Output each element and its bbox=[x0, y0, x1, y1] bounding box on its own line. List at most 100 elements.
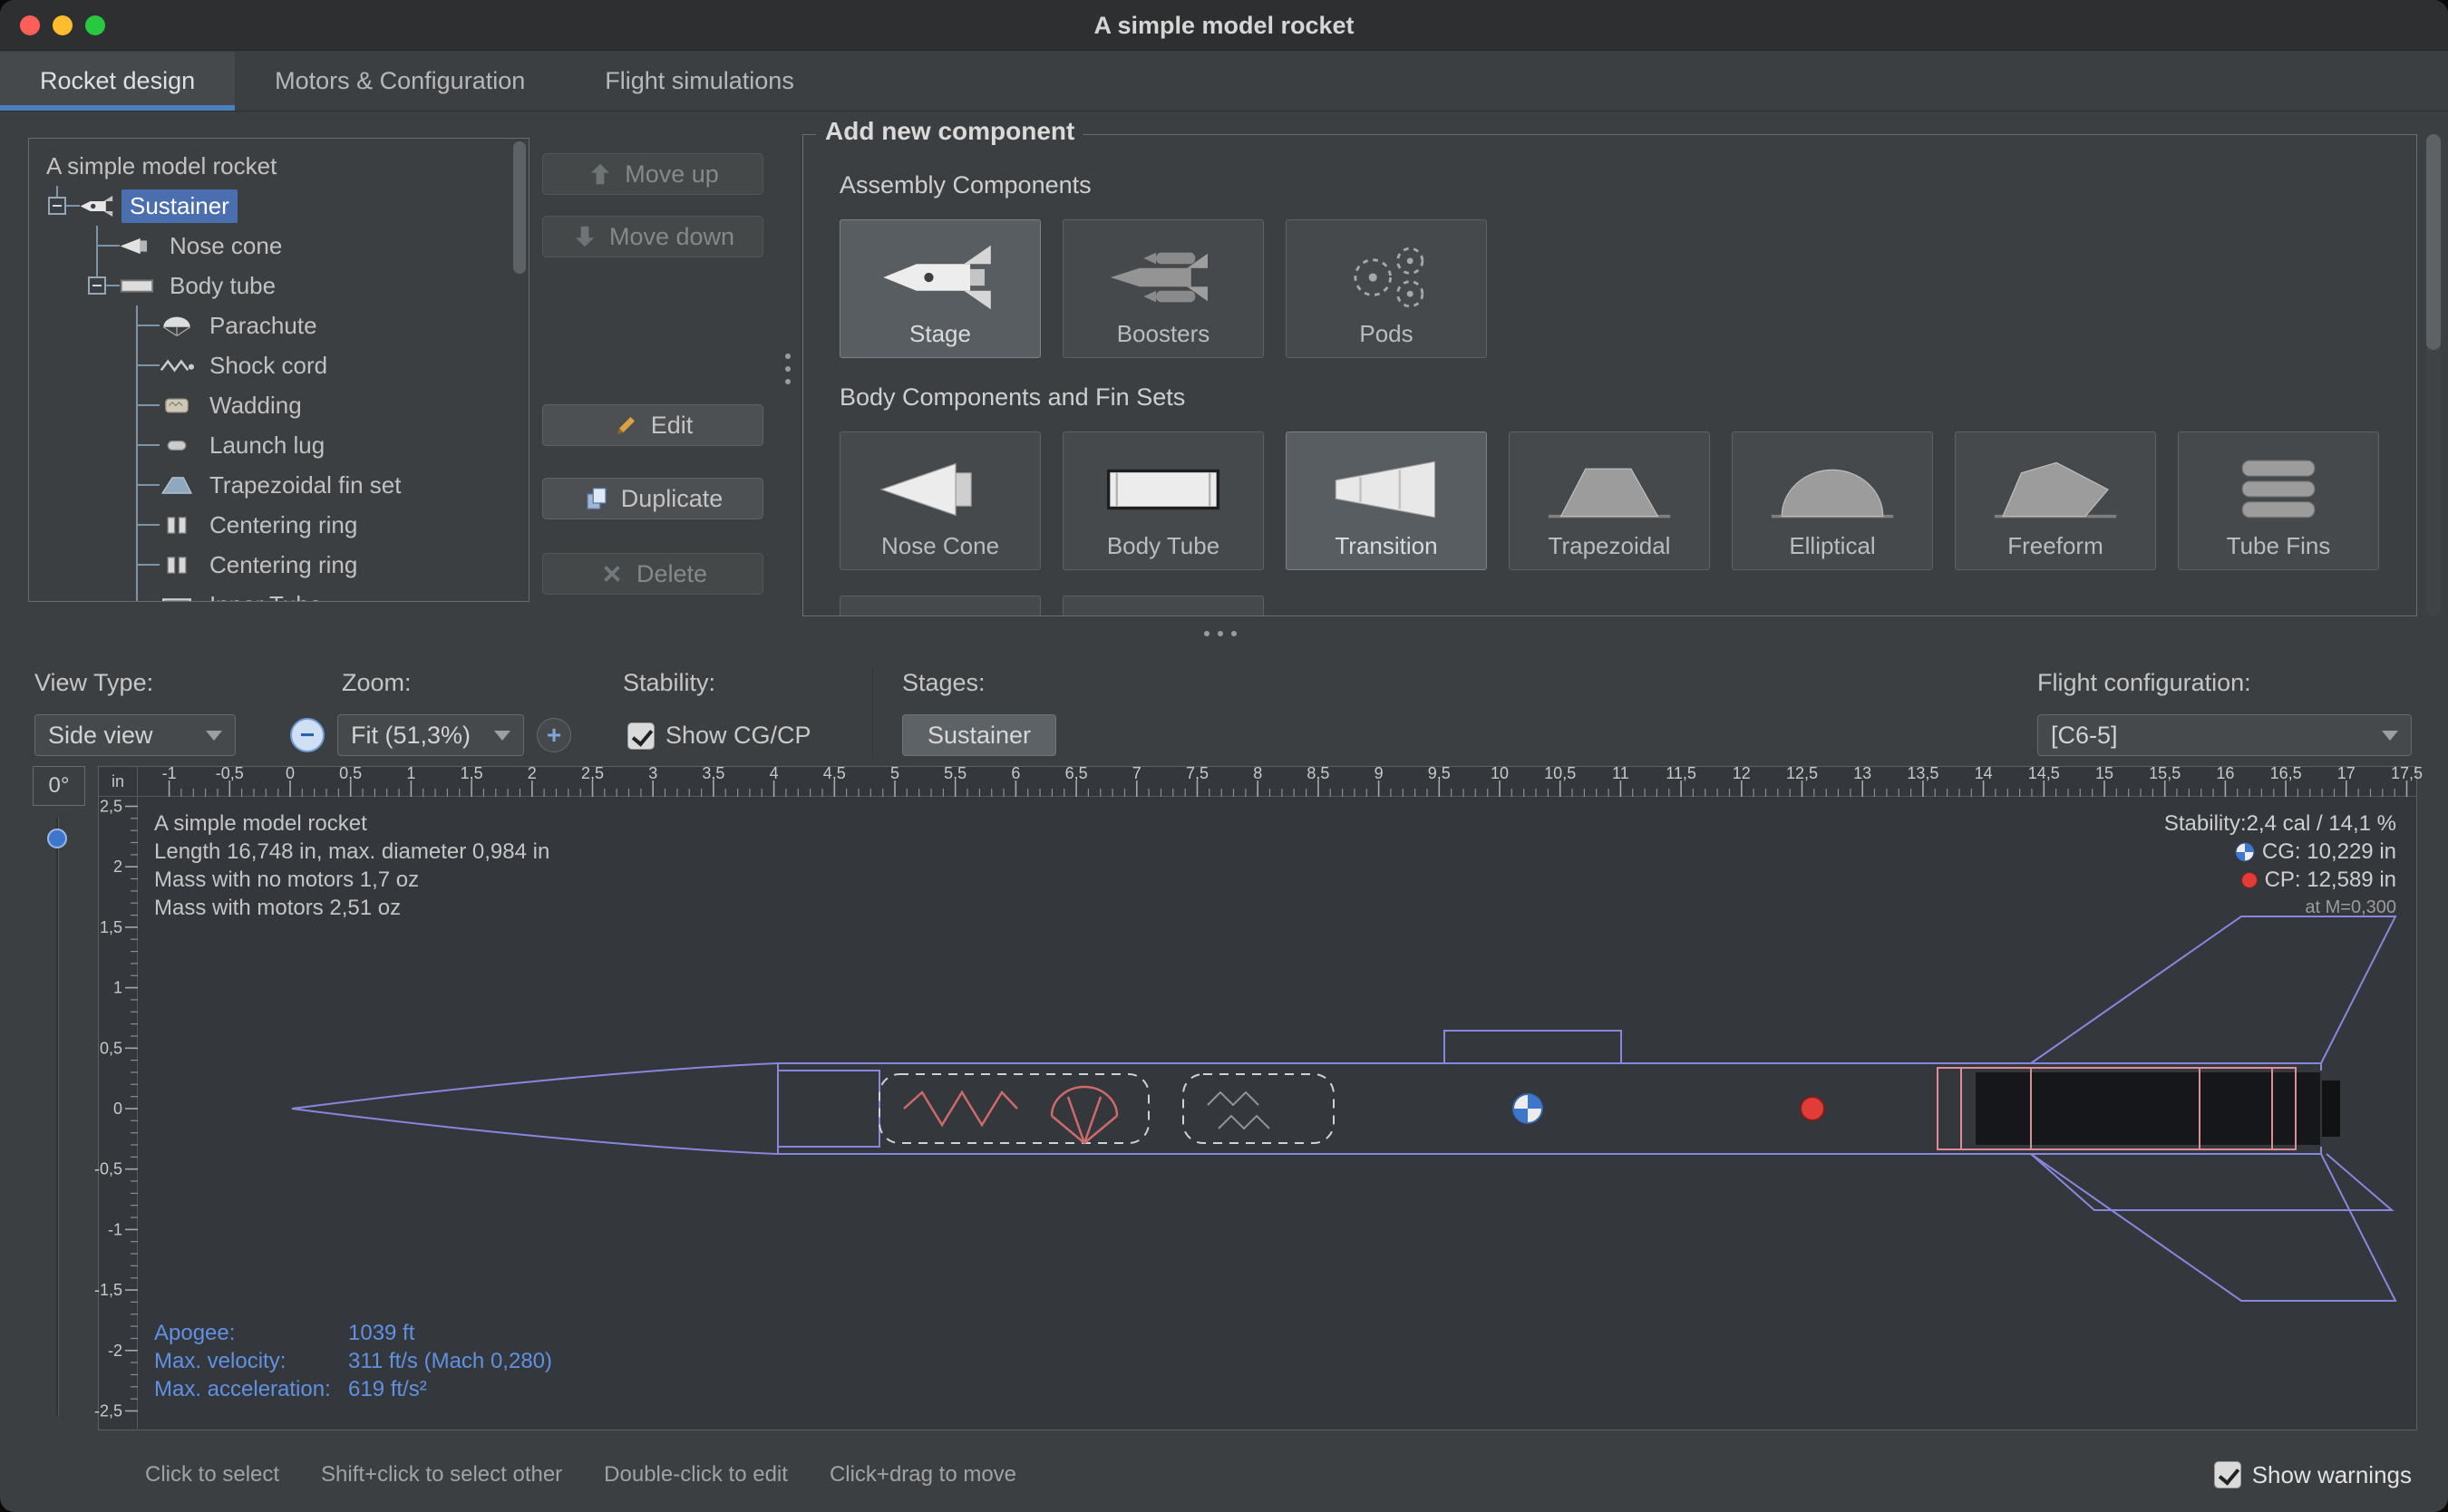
show-warnings-label: Show warnings bbox=[2252, 1461, 2412, 1489]
zoom-in-button[interactable]: + bbox=[537, 718, 571, 752]
rotation-slider-knob[interactable] bbox=[47, 829, 67, 848]
component-button-pods[interactable]: Pods bbox=[1286, 219, 1487, 358]
tree-item-trapezoidal-fin-set[interactable]: Trapezoidal fin set bbox=[38, 465, 529, 505]
maximize-window-button[interactable] bbox=[85, 15, 105, 35]
component-button-elliptical[interactable]: Elliptical bbox=[1732, 431, 1933, 570]
tree-item-centering-ring[interactable]: Centering ring bbox=[38, 505, 529, 545]
tab-rocket-design[interactable]: Rocket design bbox=[0, 52, 235, 111]
interaction-hints: Click to selectShift+click to select oth… bbox=[145, 1462, 1016, 1488]
tree-guide bbox=[38, 585, 78, 601]
tree-item-label: A simple model rocket bbox=[38, 150, 285, 183]
cg-icon bbox=[2235, 842, 2255, 862]
cp-icon bbox=[2241, 872, 2258, 888]
delete-icon bbox=[598, 560, 626, 587]
flight-configuration-select[interactable]: [C6-5] bbox=[2037, 714, 2412, 756]
component-button-label: Stage bbox=[909, 320, 971, 348]
svg-text:9: 9 bbox=[1375, 764, 1384, 782]
vertical-splitter-handle[interactable] bbox=[785, 354, 791, 384]
rocket-view-canvas[interactable]: in -1-0,500,511,522,533,544,555,566,577,… bbox=[98, 766, 2417, 1430]
component-button-tube-fins[interactable]: Tube Fins bbox=[2178, 431, 2379, 570]
nose-cone-icon bbox=[118, 234, 161, 258]
tree-scrollbar[interactable] bbox=[513, 141, 526, 598]
component-button-body-tube[interactable]: Body Tube bbox=[1063, 431, 1264, 570]
view-type-select[interactable]: Side view bbox=[34, 714, 236, 756]
svg-text:1: 1 bbox=[406, 764, 415, 782]
tree-branch bbox=[118, 505, 158, 545]
component-button-stage[interactable]: Stage bbox=[840, 219, 1041, 358]
tree-item-parachute[interactable]: Parachute bbox=[38, 305, 529, 345]
move-up-button: Move up bbox=[542, 153, 763, 195]
view-type-label: View Type: bbox=[34, 669, 153, 697]
tree-branch bbox=[118, 345, 158, 385]
wadding-outline bbox=[1183, 1074, 1334, 1143]
tree-branch bbox=[118, 465, 158, 505]
tree-guide bbox=[38, 545, 78, 585]
collapse-icon[interactable] bbox=[88, 276, 106, 295]
cp-marker bbox=[1801, 1097, 1824, 1120]
stage-toggle-sustainer[interactable]: Sustainer bbox=[902, 714, 1056, 756]
edit-button[interactable]: Edit bbox=[542, 404, 763, 446]
edit-icon bbox=[613, 412, 640, 439]
close-window-button[interactable] bbox=[20, 15, 40, 35]
tree-item-shock-cord[interactable]: Shock cord bbox=[38, 345, 529, 385]
tree-item-centering-ring[interactable]: Centering ring bbox=[38, 545, 529, 585]
max-acceleration-label: Max. acceleration: bbox=[154, 1375, 348, 1403]
centering-ring-fore-outline bbox=[1938, 1068, 1961, 1149]
component-button-transition[interactable]: Transition bbox=[1286, 431, 1487, 570]
parachute-outline bbox=[879, 1074, 1149, 1143]
stages-label: Stages: bbox=[902, 669, 986, 697]
tree-item-a-simple-model-rocket[interactable]: A simple model rocket bbox=[38, 146, 529, 186]
show-warnings-checkbox[interactable]: Show warnings bbox=[2214, 1461, 2412, 1489]
component-button-nose-cone[interactable]: Nose Cone bbox=[840, 431, 1041, 570]
svg-text:5: 5 bbox=[890, 764, 899, 782]
collapse-icon[interactable] bbox=[48, 197, 66, 215]
component-button-trapezoidal[interactable]: Trapezoidal bbox=[1509, 431, 1710, 570]
svg-text:15,5: 15,5 bbox=[2149, 764, 2181, 782]
show-cg-cp-checkbox[interactable]: Show CG/CP bbox=[627, 722, 811, 750]
tree-item-inner-tube[interactable]: Inner Tube bbox=[38, 585, 529, 601]
rotation-slider[interactable] bbox=[45, 818, 69, 1416]
component-button-freeform[interactable]: Freeform bbox=[1955, 431, 2156, 570]
tree-scrollbar-thumb[interactable] bbox=[513, 141, 526, 274]
svg-text:3: 3 bbox=[648, 764, 657, 782]
horizontal-splitter-handle[interactable] bbox=[1204, 631, 1237, 636]
tree-guide bbox=[38, 226, 78, 266]
panel-scrollbar-thumb[interactable] bbox=[2426, 134, 2441, 350]
component-button-cropped[interactable] bbox=[1063, 596, 1264, 615]
svg-text:12,5: 12,5 bbox=[1786, 764, 1818, 782]
move-down-icon bbox=[571, 223, 598, 250]
zoom-select[interactable]: Fit (51,3%) bbox=[337, 714, 524, 756]
delete-button: Delete bbox=[542, 553, 763, 595]
stability-value: Stability:2,4 cal / 14,1 % bbox=[2164, 809, 2396, 838]
tab-flight-simulations[interactable]: Flight simulations bbox=[565, 52, 834, 111]
svg-text:12: 12 bbox=[1733, 764, 1751, 782]
tree-item-sustainer[interactable]: Sustainer bbox=[38, 186, 529, 226]
svg-text:-1,5: -1,5 bbox=[94, 1281, 122, 1299]
component-button-cropped[interactable] bbox=[840, 596, 1041, 615]
svg-text:14: 14 bbox=[1975, 764, 1993, 782]
tree-guide bbox=[38, 425, 78, 465]
tree-guide bbox=[78, 345, 118, 385]
tree-item-body-tube[interactable]: Body tube bbox=[38, 266, 529, 305]
tree-item-nose-cone[interactable]: Nose cone bbox=[38, 226, 529, 266]
duplicate-button[interactable]: Duplicate bbox=[542, 478, 763, 519]
svg-text:2: 2 bbox=[528, 764, 537, 782]
tree-item-label: Body tube bbox=[161, 269, 284, 303]
rocket-name: A simple model rocket bbox=[154, 809, 549, 838]
tree-item-launch-lug[interactable]: Launch lug bbox=[38, 425, 529, 465]
minimize-window-button[interactable] bbox=[53, 15, 73, 35]
panel-scrollbar[interactable] bbox=[2426, 134, 2441, 616]
flight-configuration-label: Flight configuration: bbox=[2037, 669, 2251, 697]
pods-icon bbox=[1318, 240, 1454, 315]
tree-guide bbox=[78, 305, 118, 345]
tab-motors-configuration[interactable]: Motors & Configuration bbox=[235, 52, 565, 111]
tree-item-wadding[interactable]: Wadding bbox=[38, 385, 529, 425]
zoom-out-button[interactable]: − bbox=[290, 718, 325, 752]
shock-cord-icon bbox=[158, 354, 201, 378]
rocket-drawing-area[interactable]: A simple model rocket Length 16,748 in, … bbox=[138, 797, 2416, 1430]
show-cg-cp-label: Show CG/CP bbox=[665, 722, 811, 750]
component-button-label: Freeform bbox=[2007, 532, 2103, 560]
wadding-texture bbox=[1219, 1116, 1269, 1129]
component-button-boosters[interactable]: Boosters bbox=[1063, 219, 1264, 358]
tree-guide bbox=[78, 545, 118, 585]
